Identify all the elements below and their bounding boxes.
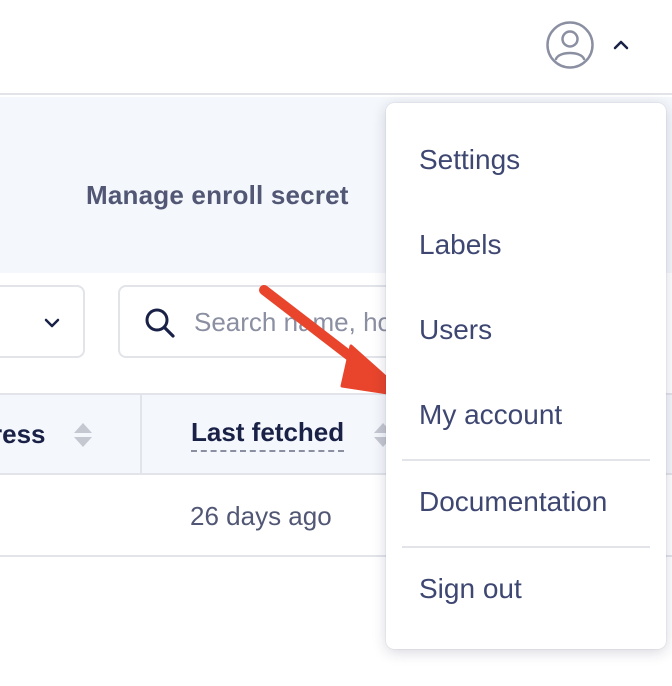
user-menu-toggle[interactable] xyxy=(610,34,632,54)
user-circle-icon xyxy=(546,21,594,69)
user-dropdown-menu: Settings Labels Users My account Documen… xyxy=(386,103,666,649)
user-avatar-button[interactable] xyxy=(545,20,595,70)
column-header-ip-address[interactable]: ress xyxy=(0,419,46,450)
menu-item-settings[interactable]: Settings xyxy=(419,144,520,176)
chevron-down-icon xyxy=(44,318,60,328)
menu-divider xyxy=(402,459,650,461)
column-header-last-fetched[interactable]: Last fetched xyxy=(191,417,345,452)
menu-divider xyxy=(402,546,650,548)
last-fetched-cell: 26 days ago xyxy=(190,501,332,531)
menu-item-users[interactable]: Users xyxy=(419,314,492,346)
status-filter-dropdown[interactable] xyxy=(0,285,85,358)
manage-enroll-secret-button[interactable]: Manage enroll secret xyxy=(86,180,349,211)
sort-icon[interactable] xyxy=(72,421,94,449)
chevron-up-icon xyxy=(613,40,629,50)
search-icon xyxy=(145,308,175,338)
menu-item-documentation[interactable]: Documentation xyxy=(419,486,607,518)
top-nav-bar xyxy=(0,0,672,95)
menu-item-my-account[interactable]: My account xyxy=(419,399,562,431)
menu-item-labels[interactable]: Labels xyxy=(419,229,502,261)
column-divider xyxy=(140,395,142,475)
menu-item-sign-out[interactable]: Sign out xyxy=(419,573,522,605)
